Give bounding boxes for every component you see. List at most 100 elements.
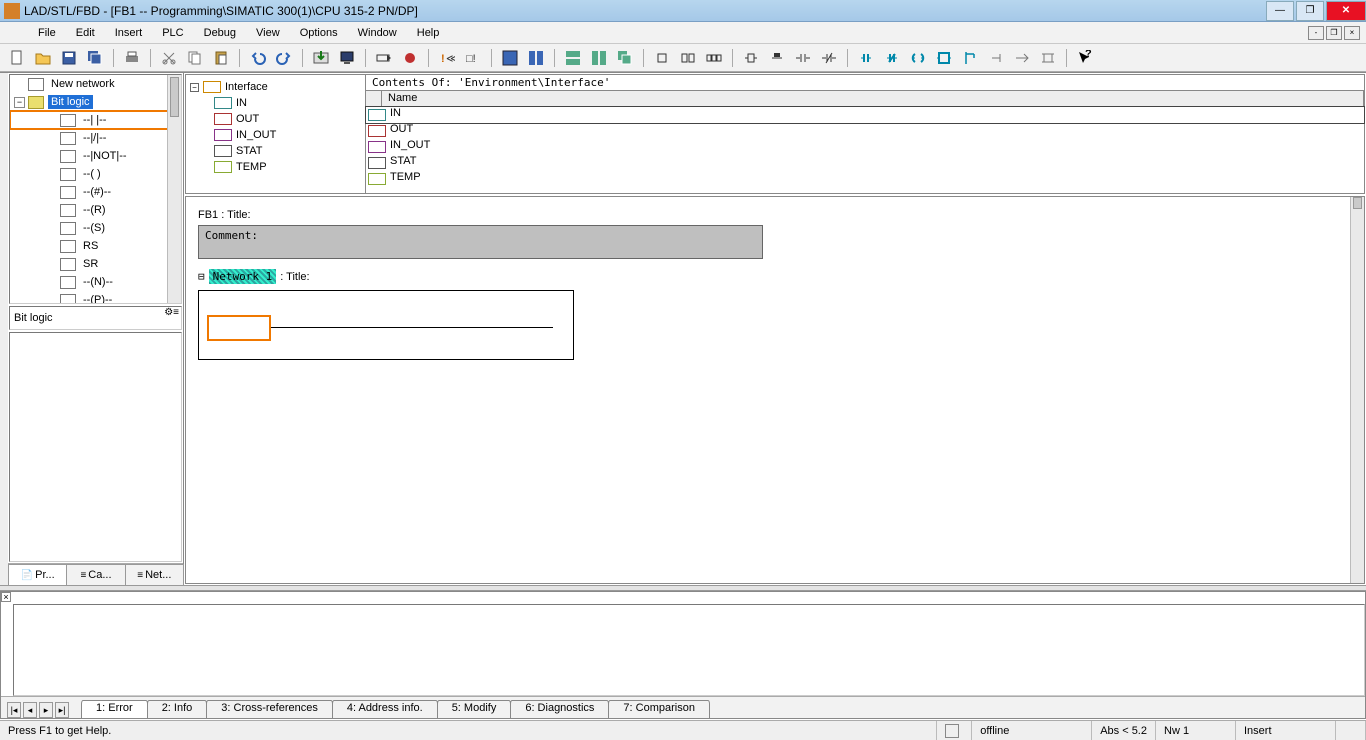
tree-item[interactable]: --(N)-- — [10, 273, 181, 291]
tab-network[interactable]: ≡ Net... — [125, 564, 184, 585]
detail-icon[interactable]: □! — [462, 47, 484, 69]
close-button[interactable]: ✕ — [1326, 1, 1366, 21]
mdi-restore-button[interactable]: ❐ — [1326, 26, 1342, 40]
menu-plc[interactable]: PLC — [152, 25, 193, 41]
rung-cursor[interactable] — [207, 315, 271, 341]
lad-box1-icon[interactable] — [740, 47, 762, 69]
msgtab-first-button[interactable]: |◂ — [7, 702, 21, 718]
menu-insert[interactable]: Insert — [105, 25, 153, 41]
iface-row[interactable]: TEMP — [366, 171, 1364, 187]
tab-program[interactable]: 📄 Pr... — [8, 564, 67, 585]
cascade-icon[interactable] — [614, 47, 636, 69]
goto-icon[interactable] — [373, 47, 395, 69]
tile-v-icon[interactable] — [588, 47, 610, 69]
tree-item[interactable]: --(P)-- — [10, 291, 181, 304]
window2-icon[interactable] — [525, 47, 547, 69]
col-name[interactable]: Name — [382, 91, 1364, 106]
branch-close-icon[interactable] — [985, 47, 1007, 69]
msgtab-diag[interactable]: 6: Diagnostics — [510, 700, 609, 718]
network-rung[interactable] — [198, 290, 574, 360]
msgtab-modify[interactable]: 5: Modify — [437, 700, 512, 718]
lad-e1-icon[interactable] — [651, 47, 673, 69]
message-body[interactable] — [13, 604, 1365, 696]
tree-item[interactable]: --|/|-- — [10, 129, 181, 147]
menu-window[interactable]: Window — [348, 25, 407, 41]
open-icon[interactable] — [32, 47, 54, 69]
coil-icon[interactable] — [907, 47, 929, 69]
msgtab-next-button[interactable]: ▸ — [39, 702, 53, 718]
branch-open-icon[interactable] — [959, 47, 981, 69]
msgtab-info[interactable]: 2: Info — [147, 700, 208, 718]
msgtab-error[interactable]: 1: Error — [81, 700, 148, 718]
save-icon[interactable] — [58, 47, 80, 69]
catalog-tree[interactable]: New network − Bit logic --| |-- --|/|-- … — [9, 74, 182, 304]
interface-tree[interactable]: −Interface IN OUT IN_OUT STAT TEMP — [186, 75, 366, 193]
conn-icon[interactable] — [1011, 47, 1033, 69]
tree-item[interactable]: --( ) — [10, 165, 181, 183]
menu-view[interactable]: View — [246, 25, 290, 41]
redo-icon[interactable] — [273, 47, 295, 69]
save-all-icon[interactable] — [84, 47, 106, 69]
interface-table[interactable]: Contents Of: 'Environment\Interface' Nam… — [366, 75, 1364, 193]
mdi-minimize-button[interactable]: - — [1308, 26, 1324, 40]
window1-icon[interactable] — [499, 47, 521, 69]
help-pointer-icon[interactable]: ? — [1074, 47, 1096, 69]
conn2-icon[interactable] — [1037, 47, 1059, 69]
menu-file[interactable]: File — [28, 25, 66, 41]
tree-item[interactable]: --(R) — [10, 201, 181, 219]
network-header[interactable]: Network 1 — [209, 269, 277, 284]
menu-options[interactable]: Options — [290, 25, 348, 41]
tree-item[interactable]: SR — [10, 255, 181, 273]
tile-h-icon[interactable] — [562, 47, 584, 69]
download-icon[interactable] — [310, 47, 332, 69]
tree-item-contact[interactable]: --| |-- — [10, 111, 181, 129]
tree-new-network[interactable]: New network — [10, 75, 181, 93]
tree-item[interactable]: --|NOT|-- — [10, 147, 181, 165]
lad-box2-icon[interactable] — [766, 47, 788, 69]
block-title[interactable]: FB1 : Title: — [198, 209, 1352, 221]
tree-item[interactable]: --(#)-- — [10, 183, 181, 201]
minimize-button[interactable]: — — [1266, 1, 1294, 21]
msgtab-last-button[interactable]: ▸| — [55, 702, 69, 718]
copy-icon[interactable] — [184, 47, 206, 69]
message-close-icon[interactable]: × — [1, 592, 11, 602]
lad-e3-icon[interactable] — [703, 47, 725, 69]
iface-row[interactable]: STAT — [366, 155, 1364, 171]
menu-debug[interactable]: Debug — [194, 25, 246, 41]
monitor-icon[interactable] — [336, 47, 358, 69]
msgtab-prev-button[interactable]: ◂ — [23, 702, 37, 718]
tree-item[interactable]: --(S) — [10, 219, 181, 237]
contact-nc-icon[interactable] — [881, 47, 903, 69]
network-title[interactable]: : Title: — [280, 271, 309, 283]
mdi-close-button[interactable]: × — [1344, 26, 1360, 40]
paste-icon[interactable] — [210, 47, 232, 69]
tab-call[interactable]: ≡ Ca... — [66, 564, 125, 585]
iface-row[interactable]: IN_OUT — [366, 139, 1364, 155]
menu-edit[interactable]: Edit — [66, 25, 105, 41]
lad-e2-icon[interactable] — [677, 47, 699, 69]
lad-nc-icon[interactable] — [792, 47, 814, 69]
catalog-config-icon[interactable]: ⚙≡ — [164, 307, 179, 318]
toggle-bp-icon[interactable] — [399, 47, 421, 69]
iface-row[interactable]: OUT — [366, 123, 1364, 139]
tree-bit-logic[interactable]: − Bit logic — [10, 93, 181, 111]
contact-icon[interactable] — [855, 47, 877, 69]
msgtab-addr[interactable]: 4: Address info. — [332, 700, 438, 718]
maximize-button[interactable]: ❐ — [1296, 1, 1324, 21]
block-comment[interactable]: Comment: — [198, 225, 763, 259]
catalog-scrollbar[interactable] — [167, 75, 181, 303]
lad-no-icon[interactable] — [818, 47, 840, 69]
catalog-icon[interactable]: !≪≫ — [436, 47, 458, 69]
iface-row[interactable]: IN — [366, 107, 1364, 123]
new-icon[interactable] — [6, 47, 28, 69]
tree-item[interactable]: RS — [10, 237, 181, 255]
menu-help[interactable]: Help — [407, 25, 450, 41]
msgtab-xref[interactable]: 3: Cross-references — [206, 700, 333, 718]
undo-icon[interactable] — [247, 47, 269, 69]
print-icon[interactable] — [121, 47, 143, 69]
box-icon[interactable] — [933, 47, 955, 69]
msgtab-comp[interactable]: 7: Comparison — [608, 700, 710, 718]
editor-scrollbar[interactable] — [1350, 197, 1364, 583]
cut-icon[interactable] — [158, 47, 180, 69]
ladder-editor[interactable]: FB1 : Title: Comment: ⊟ Network 1 : Titl… — [185, 196, 1365, 584]
